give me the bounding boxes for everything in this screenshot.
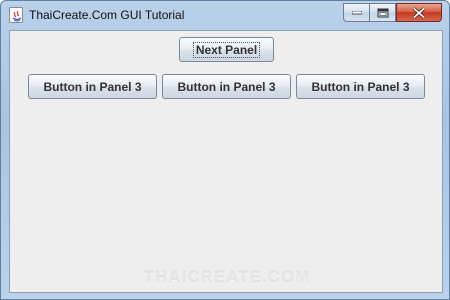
- maximize-icon: [377, 8, 388, 17]
- app-window: ThaiCreate.Com GUI Tutorial Next Panel B…: [0, 0, 450, 300]
- watermark-text: THAICREATE.COM: [143, 268, 311, 287]
- panel3-button-2-label: Button in Panel 3: [177, 79, 276, 94]
- panel3-button-3[interactable]: Button in Panel 3: [296, 74, 425, 99]
- next-panel-label: Next Panel: [192, 41, 261, 58]
- minimize-button[interactable]: [343, 3, 370, 22]
- title-bar[interactable]: ThaiCreate.Com GUI Tutorial: [1, 1, 449, 29]
- close-icon: [413, 7, 425, 18]
- java-app-icon[interactable]: [9, 7, 23, 23]
- panel3-button-3-label: Button in Panel 3: [311, 79, 410, 94]
- window-title: ThaiCreate.Com GUI Tutorial: [29, 8, 185, 22]
- close-button[interactable]: [396, 3, 442, 22]
- content-panel: Next Panel Button in Panel 3 Button in P…: [9, 30, 443, 293]
- next-panel-button[interactable]: Next Panel: [179, 37, 274, 62]
- maximize-button[interactable]: [370, 3, 396, 22]
- panel3-button-1[interactable]: Button in Panel 3: [28, 74, 157, 99]
- panel3-button-1-label: Button in Panel 3: [43, 79, 142, 94]
- panel3-button-2[interactable]: Button in Panel 3: [162, 74, 291, 99]
- minimize-icon: [351, 10, 362, 14]
